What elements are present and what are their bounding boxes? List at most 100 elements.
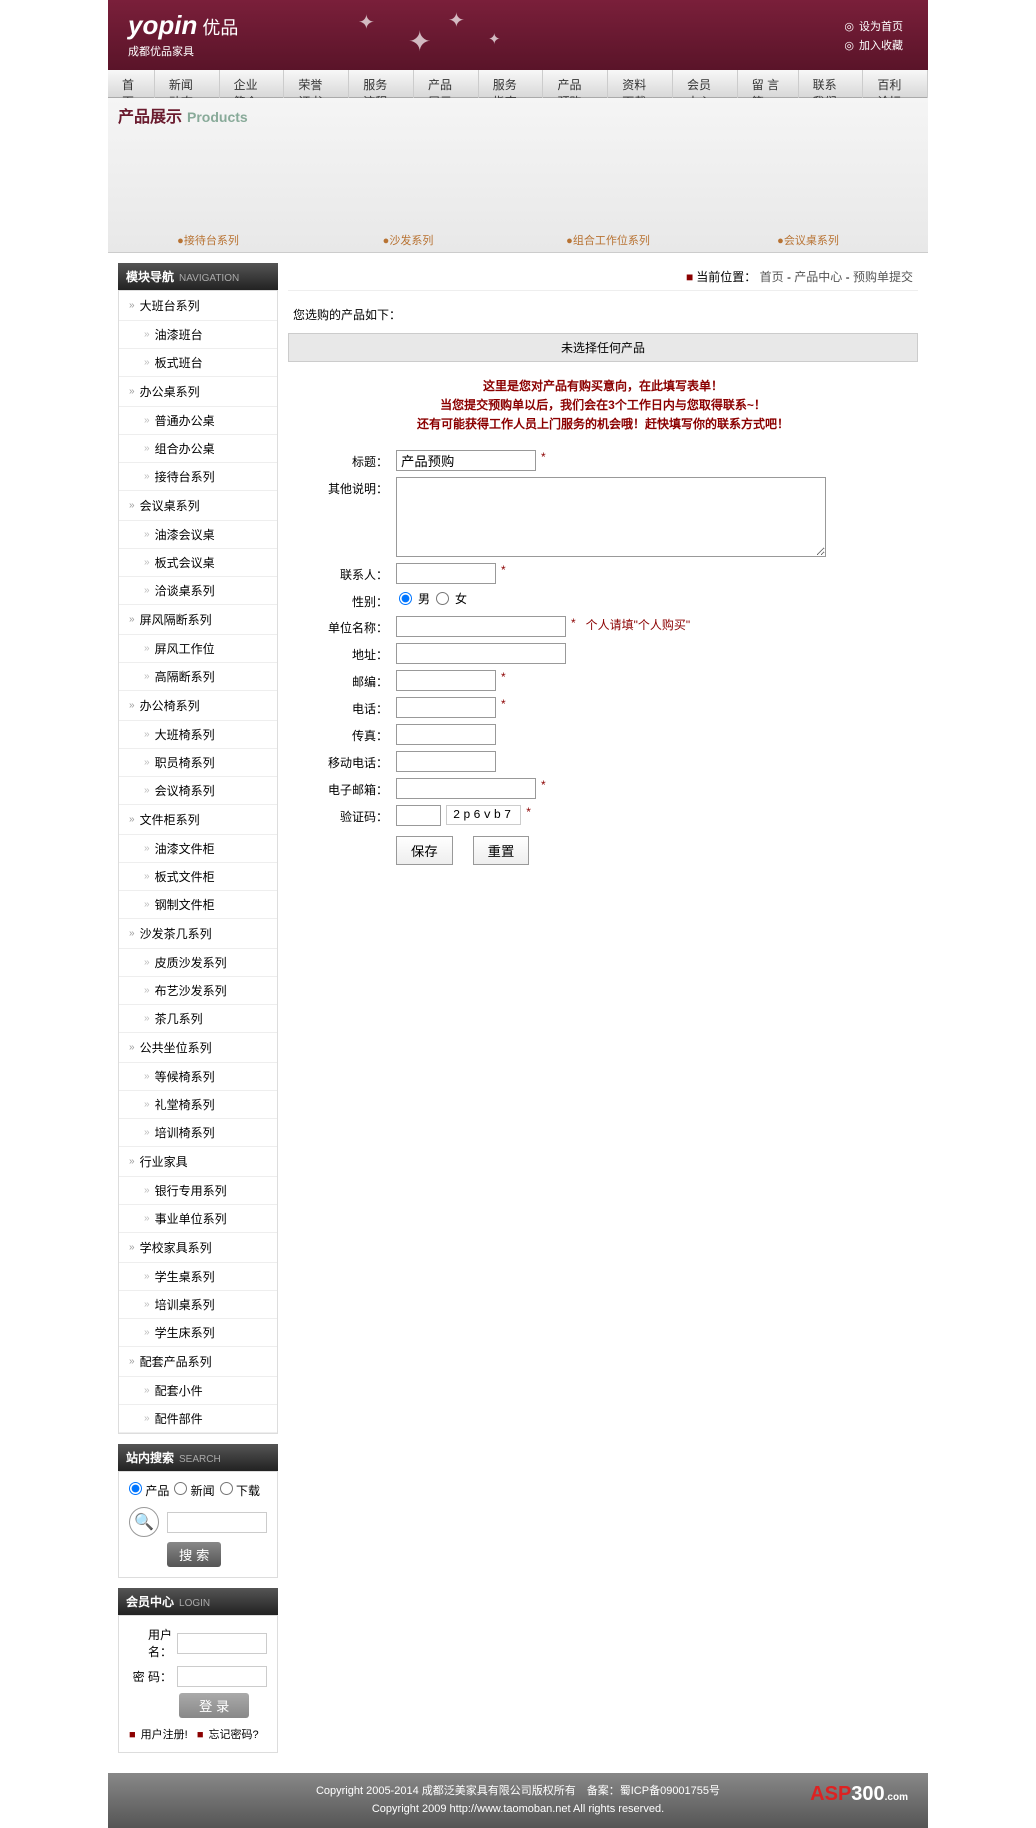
captcha-image: 2p6vb7 (446, 805, 521, 825)
subcategory-item[interactable]: 普通办公桌 (119, 407, 277, 435)
mobile-input[interactable] (396, 751, 496, 772)
fax-label: 传真： (318, 724, 388, 744)
email-input[interactable] (396, 778, 536, 799)
subcategory-item[interactable]: 板式会议桌 (119, 549, 277, 577)
subcategory-item[interactable]: 板式班台 (119, 349, 277, 377)
search-header: 站内搜索SEARCH (118, 1444, 278, 1471)
subcategory-item[interactable]: 组合办公桌 (119, 435, 277, 463)
subcategory-item[interactable]: 皮质沙发系列 (119, 949, 277, 977)
add-favorite[interactable]: ◎加入收藏 (844, 37, 908, 53)
desc-label: 其他说明： (318, 477, 388, 497)
addr-input[interactable] (396, 643, 566, 664)
reset-button[interactable]: 重置 (473, 836, 530, 865)
desc-input[interactable] (396, 477, 826, 557)
subcategory-item[interactable]: 油漆班台 (119, 321, 277, 349)
bc-home[interactable]: 首页 (760, 270, 784, 284)
category-item[interactable]: 会议桌系列 (119, 491, 277, 521)
category-item[interactable]: 配套产品系列 (119, 1347, 277, 1377)
subcategory-item[interactable]: 礼堂椅系列 (119, 1091, 277, 1119)
logo: yopin优品 成都优品家具 (128, 10, 238, 59)
subcategory-item[interactable]: 学生床系列 (119, 1319, 277, 1347)
captcha-input[interactable] (396, 805, 441, 826)
subcategory-item[interactable]: 接待台系列 (119, 463, 277, 491)
category-item[interactable]: 学校家具系列 (119, 1233, 277, 1263)
sidebar-nav-header: 模块导航NAVIGATION (118, 263, 278, 290)
title-input[interactable] (396, 450, 536, 471)
category-item[interactable]: 屏风隔断系列 (119, 605, 277, 635)
search-icon: 🔍 (129, 1507, 159, 1537)
bc-current: 预购单提交 (853, 270, 913, 284)
search-button[interactable]: 搜 索 (167, 1542, 221, 1567)
banner-item[interactable]: ●会议桌系列 (708, 118, 908, 248)
form-notice: 这里是您对产品有购买意向，在此填写表单！ 当您提交预购单以后，我们会在3个工作日… (288, 377, 918, 435)
username-input[interactable] (177, 1633, 267, 1654)
addr-label: 地址： (318, 643, 388, 663)
login-button[interactable]: 登 录 (179, 1693, 249, 1718)
forgot-link[interactable]: 忘记密码? (209, 1729, 259, 1741)
subcategory-item[interactable]: 大班椅系列 (119, 721, 277, 749)
subcategory-item[interactable]: 钢制文件柜 (119, 891, 277, 919)
search-input[interactable] (167, 1512, 267, 1533)
no-selection: 未选择任何产品 (288, 333, 918, 362)
subcategory-item[interactable]: 屏风工作位 (119, 635, 277, 663)
footer-logo: ASP300.com (810, 1778, 908, 1810)
subcategory-item[interactable]: 配件部件 (119, 1405, 277, 1433)
subcategory-item[interactable]: 培训椅系列 (119, 1119, 277, 1147)
search-type-radio[interactable] (220, 1482, 233, 1495)
subcategory-item[interactable]: 油漆文件柜 (119, 835, 277, 863)
title-label: 标题： (318, 450, 388, 470)
search-type-radio[interactable] (174, 1482, 187, 1495)
register-link[interactable]: 用户注册! (141, 1729, 188, 1741)
search-type-radio[interactable] (129, 1482, 142, 1495)
set-homepage[interactable]: ◎设为首页 (844, 18, 908, 34)
category-item[interactable]: 文件柜系列 (119, 805, 277, 835)
category-item[interactable]: 大班台系列 (119, 291, 277, 321)
banner-item[interactable]: ●接待台系列 (108, 118, 308, 248)
contact-input[interactable] (396, 563, 496, 584)
banner-item[interactable]: ●沙发系列 (308, 118, 508, 248)
main-nav: 首页新闻动态企业简介荣誉证书服务流程产品展示服务指南产品预购资料下载会员中心留 … (108, 70, 928, 98)
subcategory-item[interactable]: 会议椅系列 (119, 777, 277, 805)
category-item[interactable]: 行业家具 (119, 1147, 277, 1177)
subcategory-item[interactable]: 等候椅系列 (119, 1063, 277, 1091)
category-item[interactable]: 办公椅系列 (119, 691, 277, 721)
gender-female-radio[interactable] (436, 592, 449, 605)
phone-label: 电话： (318, 697, 388, 717)
login-header: 会员中心LOGIN (118, 1588, 278, 1615)
subcategory-item[interactable]: 事业单位系列 (119, 1205, 277, 1233)
banner: 产品展示Products ●接待台系列●沙发系列●组合工作位系列●会议桌系列 (108, 98, 928, 253)
sidebar-nav: 大班台系列油漆班台板式班台办公桌系列普通办公桌组合办公桌接待台系列会议桌系列油漆… (118, 290, 278, 1434)
category-item[interactable]: 公共坐位系列 (119, 1033, 277, 1063)
phone-input[interactable] (396, 697, 496, 718)
bc-products[interactable]: 产品中心 (794, 270, 842, 284)
subcategory-item[interactable]: 配套小件 (119, 1377, 277, 1405)
subcategory-item[interactable]: 洽谈桌系列 (119, 577, 277, 605)
subcategory-item[interactable]: 油漆会议桌 (119, 521, 277, 549)
email-label: 电子邮箱： (318, 778, 388, 798)
subcategory-item[interactable]: 茶几系列 (119, 1005, 277, 1033)
footer: Copyright 2005-2014 成都泛美家具有限公司版权所有 备案：蜀I… (108, 1773, 928, 1828)
gender-male-radio[interactable] (399, 592, 412, 605)
subcategory-item[interactable]: 培训桌系列 (119, 1291, 277, 1319)
subcategory-item[interactable]: 高隔断系列 (119, 663, 277, 691)
zip-label: 邮编： (318, 670, 388, 690)
subcategory-item[interactable]: 职员椅系列 (119, 749, 277, 777)
save-button[interactable]: 保存 (396, 836, 453, 865)
subcategory-item[interactable]: 板式文件柜 (119, 863, 277, 891)
subcategory-item[interactable]: 学生桌系列 (119, 1263, 277, 1291)
subcategory-item[interactable]: 银行专用系列 (119, 1177, 277, 1205)
subcategory-item[interactable]: 布艺沙发系列 (119, 977, 277, 1005)
category-item[interactable]: 沙发茶几系列 (119, 919, 277, 949)
contact-label: 联系人： (318, 563, 388, 583)
mobile-label: 移动电话： (318, 751, 388, 771)
zip-input[interactable] (396, 670, 496, 691)
password-input[interactable] (177, 1666, 267, 1687)
fax-input[interactable] (396, 724, 496, 745)
selected-products-label: 您选购的产品如下： (288, 301, 918, 328)
password-label: 密 码： (129, 1668, 172, 1685)
banner-item[interactable]: ●组合工作位系列 (508, 118, 708, 248)
category-item[interactable]: 办公桌系列 (119, 377, 277, 407)
gender-label: 性别： (318, 590, 388, 610)
company-input[interactable] (396, 616, 566, 637)
breadcrumb: ■当前位置： 首页 - 产品中心 - 预购单提交 (288, 263, 918, 291)
